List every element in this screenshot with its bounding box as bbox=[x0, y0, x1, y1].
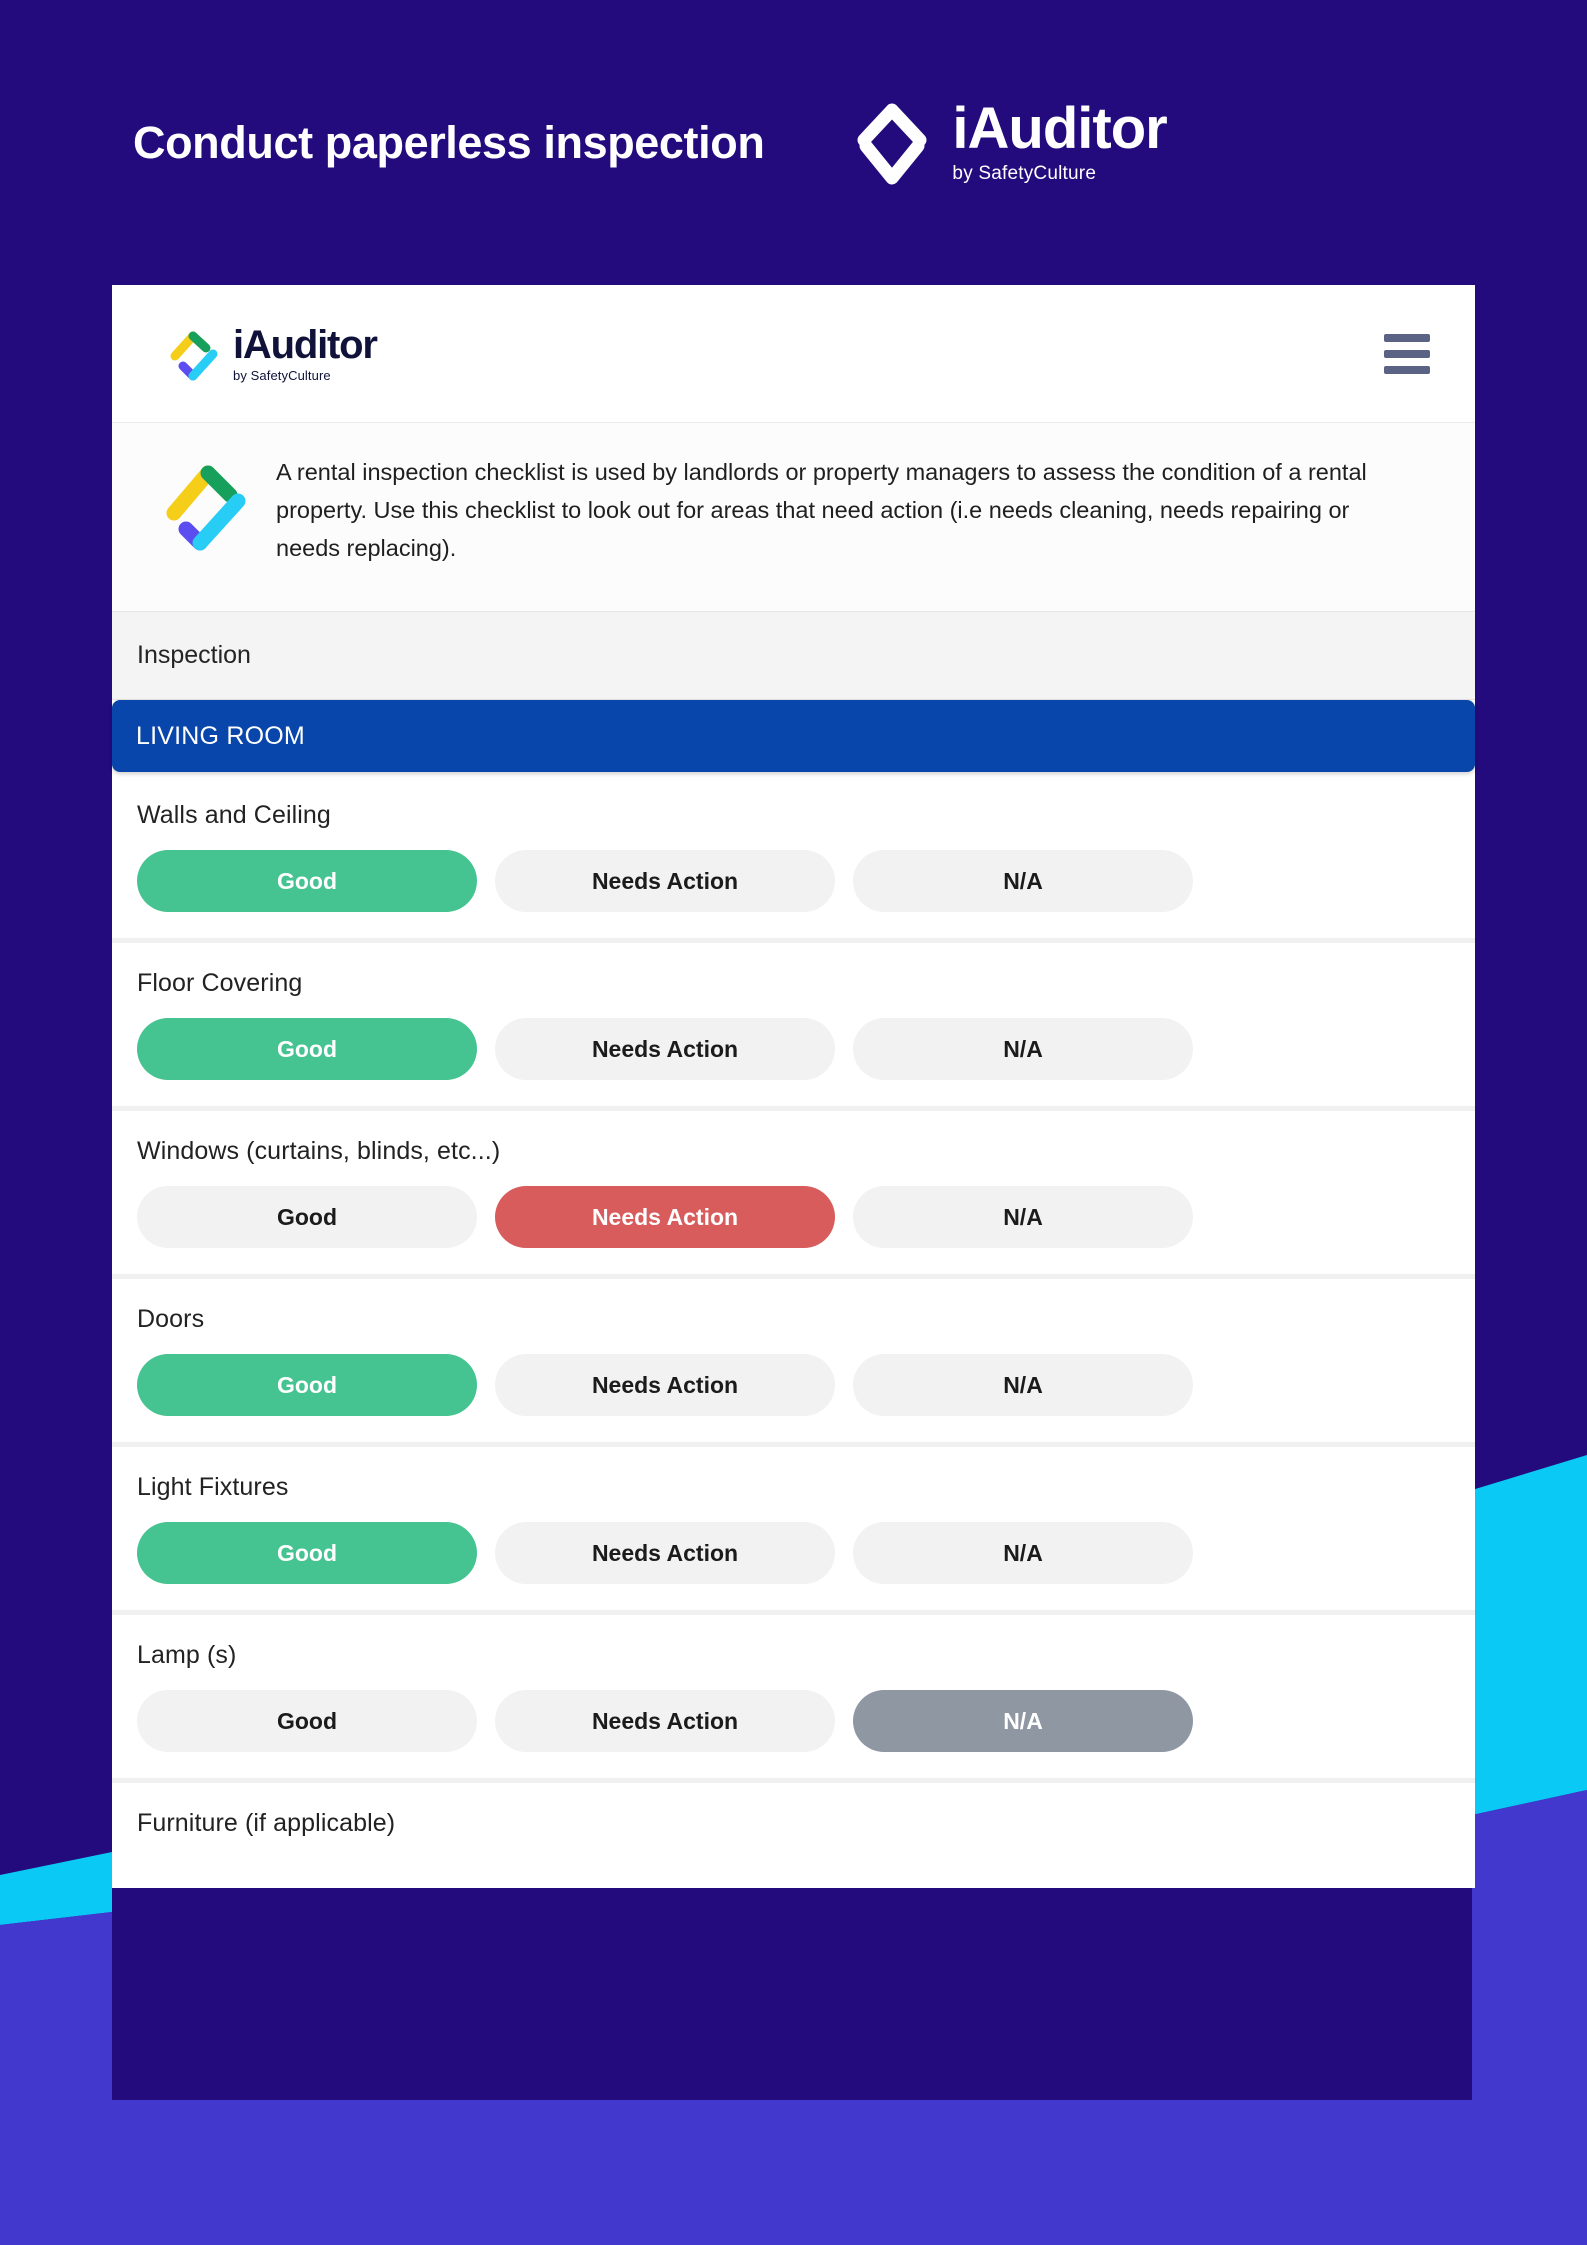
iauditor-chevron-check-icon bbox=[857, 103, 927, 184]
question-row: Walls and Ceiling Good Needs Action N/A bbox=[112, 775, 1475, 939]
answer-options: Good Needs Action N/A bbox=[137, 850, 1475, 913]
answer-options: Good Needs Action N/A bbox=[137, 1018, 1475, 1081]
question-label: Lamp (s) bbox=[137, 1641, 237, 1670]
option-good[interactable]: Good bbox=[137, 1018, 477, 1081]
question-row: Floor Covering Good Needs Action N/A bbox=[112, 943, 1475, 1107]
hamburger-menu-icon[interactable] bbox=[1384, 333, 1430, 374]
app-logo[interactable]: iAuditor by SafetyCulture bbox=[169, 323, 378, 383]
section-title: Inspection bbox=[112, 612, 1475, 701]
question-row: Windows (curtains, blinds, etc...) Good … bbox=[112, 1111, 1475, 1275]
option-na[interactable]: N/A bbox=[853, 850, 1193, 913]
hamburger-line-3 bbox=[1384, 365, 1430, 374]
option-good[interactable]: Good bbox=[137, 1690, 477, 1753]
option-needs-action[interactable]: Needs Action bbox=[495, 1690, 835, 1753]
hero-header: Conduct paperless inspection iAuditor by… bbox=[0, 0, 1587, 285]
blue-left-fill bbox=[0, 1912, 112, 2100]
option-needs-action[interactable]: Needs Action bbox=[495, 1354, 835, 1417]
question-row: Furniture (if applicable) bbox=[112, 1783, 1475, 1889]
hero-logo: iAuditor by SafetyCulture bbox=[856, 96, 1168, 186]
room-header-label: LIVING ROOM bbox=[136, 721, 305, 750]
question-row: Lamp (s) Good Needs Action N/A bbox=[112, 1615, 1475, 1779]
answer-options: Good Needs Action N/A bbox=[137, 1690, 1475, 1753]
option-needs-action[interactable]: Needs Action bbox=[495, 1186, 835, 1249]
answer-options: Good Needs Action N/A bbox=[137, 1186, 1475, 1249]
option-needs-action[interactable]: Needs Action bbox=[495, 1522, 835, 1585]
hamburger-line-1 bbox=[1384, 333, 1430, 342]
hero-logo-text: iAuditor by SafetyCulture bbox=[952, 96, 1167, 185]
question-row: Light Fixtures Good Needs Action N/A bbox=[112, 1447, 1475, 1611]
option-good[interactable]: Good bbox=[137, 1522, 477, 1585]
option-good[interactable]: Good bbox=[137, 1354, 477, 1417]
answer-options: Good Needs Action N/A bbox=[137, 1522, 1475, 1585]
question-label: Walls and Ceiling bbox=[137, 801, 331, 830]
description-block: A rental inspection checklist is used by… bbox=[112, 423, 1475, 613]
iauditor-logo-icon bbox=[166, 465, 246, 551]
option-needs-action[interactable]: Needs Action bbox=[495, 850, 835, 913]
hero-title: Conduct paperless inspection bbox=[133, 116, 765, 168]
app-subwordmark: by SafetyCulture bbox=[233, 368, 331, 383]
option-na[interactable]: N/A bbox=[853, 1354, 1193, 1417]
option-na[interactable]: N/A bbox=[853, 1690, 1193, 1753]
option-good[interactable]: Good bbox=[137, 1186, 477, 1249]
hamburger-line-2 bbox=[1384, 349, 1430, 358]
answer-options: Good Needs Action N/A bbox=[137, 1354, 1475, 1417]
option-na[interactable]: N/A bbox=[853, 1018, 1193, 1081]
app-bar: iAuditor by SafetyCulture bbox=[112, 285, 1475, 423]
iauditor-logo-icon bbox=[170, 331, 218, 380]
app-card: iAuditor by SafetyCulture A rental inspe… bbox=[112, 285, 1475, 1889]
room-header-living-room[interactable]: LIVING ROOM bbox=[112, 700, 1475, 773]
app-wordmark: iAuditor bbox=[233, 323, 378, 367]
option-na[interactable]: N/A bbox=[853, 1522, 1193, 1585]
app-logo-text: iAuditor by SafetyCulture bbox=[233, 323, 378, 383]
question-label: Doors bbox=[137, 1305, 205, 1334]
option-needs-action[interactable]: Needs Action bbox=[495, 1018, 835, 1081]
hero-subwordmark: by SafetyCulture bbox=[952, 163, 1097, 184]
question-label: Furniture (if applicable) bbox=[137, 1809, 396, 1838]
description-text: A rental inspection checklist is used by… bbox=[276, 459, 1367, 562]
option-good[interactable]: Good bbox=[137, 850, 477, 913]
hero-wordmark: iAuditor bbox=[952, 96, 1167, 161]
question-label: Light Fixtures bbox=[137, 1473, 289, 1502]
blue-bottom-band bbox=[0, 2100, 1587, 2245]
blue-right-fill bbox=[1472, 1790, 1587, 2100]
cyan-wedge-right bbox=[1472, 1455, 1587, 1815]
option-na[interactable]: N/A bbox=[853, 1186, 1193, 1249]
question-row: Doors Good Needs Action N/A bbox=[112, 1279, 1475, 1443]
question-label: Windows (curtains, blinds, etc...) bbox=[137, 1137, 501, 1166]
question-list: Walls and Ceiling Good Needs Action N/A … bbox=[112, 775, 1475, 1889]
question-label: Floor Covering bbox=[137, 969, 303, 998]
